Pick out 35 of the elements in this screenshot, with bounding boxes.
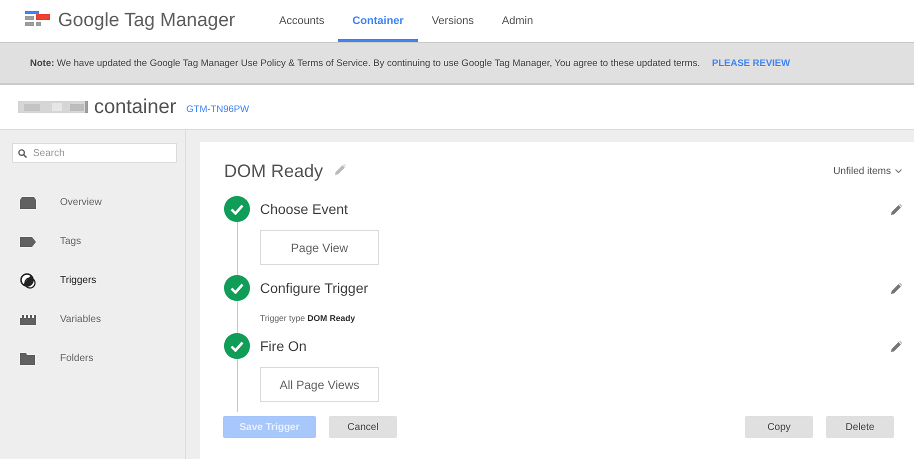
trigger-type-text: Trigger type DOM Ready (260, 313, 356, 323)
folder-dropdown[interactable]: Unfiled items (833, 166, 902, 176)
sidebar-item[interactable]: Folders (10, 339, 185, 378)
sidebar-item[interactable]: Triggers (10, 261, 185, 300)
step-title: Fire On (260, 338, 307, 354)
option-card[interactable]: Page View (260, 230, 379, 265)
notice-text: Note: We have updated the Google Tag Manager Use Policy & Terms of Service. By continuing to use Google Tag Manager, You agree to these updated terms. (30, 58, 700, 68)
folder-icon (20, 352, 35, 364)
step-title: Choose Event (260, 201, 348, 217)
container-id: GTM-TN96PW (186, 104, 250, 114)
trigger-name: DOM Ready (224, 160, 324, 182)
container-title: container (94, 96, 176, 118)
blocks-icon (20, 314, 36, 324)
trigger-icon (20, 272, 36, 288)
action-button[interactable]: Cancel (329, 416, 397, 438)
nav-tab[interactable]: Accounts (265, 0, 338, 42)
action-button[interactable]: Copy (745, 416, 813, 438)
search-field[interactable]: Search (12, 143, 177, 163)
blurred-name (18, 101, 88, 113)
product-name: Google Tag Manager (58, 10, 236, 32)
action-button[interactable]: Delete (826, 416, 894, 438)
caret-icon (895, 168, 902, 174)
sidebar-item[interactable]: Variables (10, 300, 185, 339)
search-icon (18, 149, 27, 158)
edit-icon[interactable] (891, 282, 902, 294)
option-card[interactable]: All Page Views (260, 367, 379, 402)
edit-icon[interactable] (891, 340, 902, 352)
sidebar-item[interactable]: Overview (10, 183, 185, 222)
step-title: Configure Trigger (260, 280, 368, 296)
box-icon (20, 196, 36, 208)
sidebar-item[interactable]: Tags (10, 222, 185, 261)
nav-tab[interactable]: Versions (418, 0, 488, 42)
tag-icon (20, 236, 36, 246)
edit-icon[interactable] (891, 204, 902, 214)
nav-tab[interactable]: Admin (488, 0, 548, 42)
